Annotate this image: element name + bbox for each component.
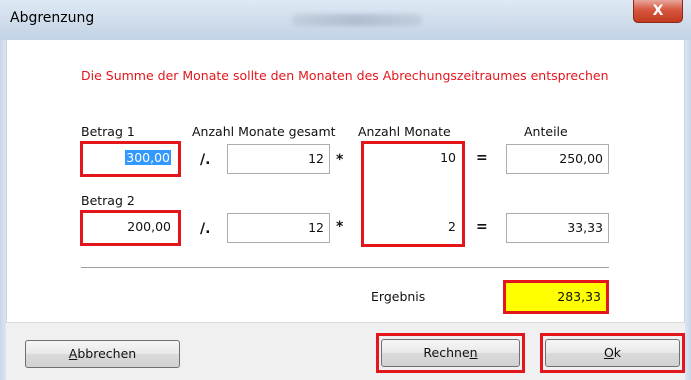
label-anteile: Anteile xyxy=(524,124,568,139)
highlight-rechnen xyxy=(376,333,525,373)
equals-operator-2: = xyxy=(476,219,488,235)
label-anzahl-monate-gesamt: Anzahl Monate gesamt xyxy=(192,124,336,139)
window-right-border xyxy=(685,40,691,380)
label-betrag-1: Betrag 1 xyxy=(81,124,135,139)
divide-operator-2: /. xyxy=(200,221,211,237)
title-bar: Abgrenzung X xyxy=(0,0,691,41)
close-button[interactable]: X xyxy=(633,0,683,23)
warning-message: Die Summe der Monate sollte den Monaten … xyxy=(81,68,609,83)
label-anzahl-monate: Anzahl Monate xyxy=(358,124,451,139)
equals-operator-1: = xyxy=(476,150,488,166)
highlight-anzahl-monate xyxy=(361,141,465,247)
anteil-2-field: 33,33 xyxy=(506,213,609,243)
monate-gesamt-1-input[interactable]: 12 xyxy=(227,144,330,174)
anteil-1-field: 250,00 xyxy=(506,144,609,174)
highlight-ergebnis xyxy=(503,280,609,314)
abbrechen-button[interactable]: Abbrechen xyxy=(25,340,180,368)
highlight-betrag-1 xyxy=(80,141,181,177)
label-betrag-2: Betrag 2 xyxy=(81,193,135,208)
highlight-betrag-2 xyxy=(80,210,181,246)
multiply-operator-1: * xyxy=(336,152,344,168)
window-title: Abgrenzung xyxy=(10,10,95,26)
multiply-operator-2: * xyxy=(336,219,344,235)
label-ergebnis: Ergebnis xyxy=(371,289,426,304)
monate-gesamt-2-input[interactable]: 12 xyxy=(227,213,330,243)
separator-line xyxy=(81,267,609,268)
blurred-title-detail xyxy=(292,14,422,26)
divide-operator-1: /. xyxy=(200,152,211,168)
highlight-ok xyxy=(540,333,685,373)
abbrechen-label: bbrechen xyxy=(77,346,137,361)
